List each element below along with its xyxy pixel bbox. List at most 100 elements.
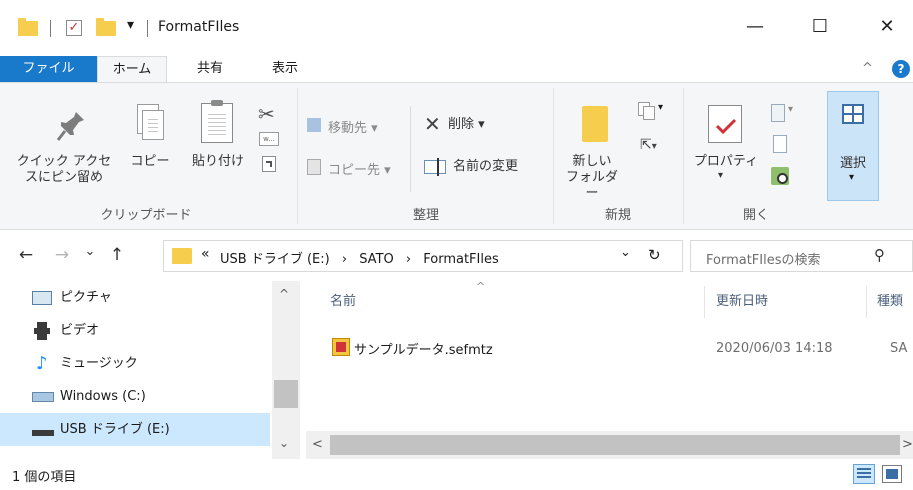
refresh-button[interactable]: ↻ [648,246,661,264]
nav-scroll-thumb[interactable] [274,380,298,408]
pin-icon [56,112,84,141]
rename-button[interactable]: 名前の変更 [453,159,518,175]
rename-icon [424,158,446,176]
move-to-label: 移動先 [328,121,368,136]
scroll-up-button[interactable]: ^ [279,287,289,301]
details-view-button[interactable] [853,464,875,484]
paste-shortcut-icon[interactable] [262,156,276,172]
column-header-name[interactable]: 名前 [330,284,702,320]
videos-icon [34,322,50,340]
column-divider[interactable] [866,286,867,318]
select-dropdown-icon: ▾ [849,172,855,183]
open-dropdown-icon[interactable]: ▾ [788,104,793,115]
ribbon-separator [297,88,298,224]
horizontal-scroll-thumb[interactable] [330,435,900,455]
new-folder-qat-icon[interactable] [96,18,116,36]
delete-icon: ✕ [424,112,441,136]
minimize-button[interactable]: — [740,16,770,37]
breadcrumb-separator: › [341,252,348,267]
new-folder-icon [582,106,608,142]
nav-item-windows-c[interactable]: Windows (C:) [0,380,270,413]
address-folder-icon [172,248,192,264]
help-button[interactable]: ? [892,60,910,78]
copy-button[interactable]: コピー [118,154,182,170]
window-title: FormatFIles [158,19,240,35]
nav-item-label: ピクチャ [60,290,112,305]
pin-label-line1: クイック アクセ [16,154,112,169]
pin-quick-access-button[interactable]: クイック アクセ スにピン留め [8,154,120,186]
qat-separator [50,20,51,37]
scroll-left-button[interactable]: < [312,437,323,452]
copy-to-label: コピー先 [328,163,381,178]
new-folder-line2: フォルダー [565,170,618,201]
properties-check-icon[interactable]: ✓ [66,20,82,36]
copy-path-icon[interactable]: w... [259,132,279,146]
properties-dropdown-icon[interactable]: ▾ [718,170,723,181]
close-button[interactable]: ✕ [872,16,902,37]
sefmtz-file-icon [332,338,350,356]
paste-button[interactable]: 貼り付け [186,154,250,170]
breadcrumb-item[interactable]: USB ドライブ (E:) [220,252,330,267]
column-divider[interactable] [704,286,705,318]
column-header-type[interactable]: 種類 [877,284,913,320]
history-icon[interactable] [771,167,789,185]
forward-button[interactable]: → [50,245,74,265]
nav-item-label: Windows (C:) [60,389,146,404]
cut-icon[interactable]: ✂ [258,102,275,126]
tab-share[interactable]: 共有 [185,56,235,82]
ribbon-separator [683,88,684,224]
recent-locations-button[interactable]: ⌄ [80,244,100,259]
title-separator [147,20,148,37]
tab-home[interactable]: ホーム [97,56,167,83]
folder-icon [18,18,38,36]
properties-button[interactable]: プロパティ [690,154,762,170]
open-icon[interactable] [771,104,785,122]
easy-access-icon[interactable]: ⇱▾ [640,137,662,155]
collapse-ribbon-button[interactable]: ^ [862,61,873,76]
nav-item-pictures[interactable]: ピクチャ [0,281,270,314]
large-icons-view-button[interactable] [882,465,902,483]
nav-vertical-scrollbar[interactable] [272,281,300,459]
paste-icon [201,100,233,143]
column-header-modified[interactable]: 更新日時 [716,284,866,320]
select-label: 選択 [839,156,866,171]
maximize-button[interactable]: ☐ [805,16,835,37]
breadcrumb-item[interactable]: SATO [359,252,394,267]
title-bar [0,0,913,56]
drive-c-icon [32,392,54,402]
file-modified: 2020/06/03 14:18 [716,341,833,356]
new-folder-button[interactable]: 新しい フォルダー [560,154,624,202]
nav-item-music[interactable]: ♪ ミュージック [0,347,270,380]
scroll-down-button[interactable]: ⌄ [279,436,289,450]
ribbon-separator [553,88,554,224]
up-button[interactable]: ↑ [104,245,130,265]
pin-label-line2: スにピン留め [24,170,103,185]
nav-item-label: ミュージック [60,356,138,371]
table-row[interactable]: サンプルデータ.sefmtz 2020/06/03 14:18 SA [320,334,913,362]
nav-item-label: USB ドライブ (E:) [60,422,170,437]
nav-item-usb-drive[interactable]: USB ドライブ (E:) [0,413,270,446]
usb-drive-icon [32,430,54,436]
new-group-label: 新規 [604,208,631,223]
copy-to-button[interactable]: コピー先 ▾ [328,159,391,178]
breadcrumb-separator: › [405,252,412,267]
scroll-right-button[interactable]: > [902,437,913,452]
move-to-button[interactable]: 移動先 ▾ [328,117,378,136]
breadcrumb-item[interactable]: FormatFIles [423,252,499,267]
delete-button[interactable]: 削除 ▾ [448,117,485,133]
qat-dropdown-button[interactable]: ▾ [127,17,134,33]
back-button[interactable]: ← [14,245,38,265]
tab-view[interactable]: 表示 [260,56,310,82]
search-input[interactable]: FormatFIlesの検索 [706,249,821,268]
address-overflow[interactable]: « [201,246,210,262]
nav-item-videos[interactable]: ビデオ [0,314,270,347]
new-item-icon[interactable]: ▾ [638,102,663,120]
address-dropdown-button[interactable]: ⌄ [620,245,631,260]
search-icon: ⚲ [874,246,885,264]
open-group-label: 開く [742,208,769,223]
music-icon: ♪ [36,353,48,374]
tab-file[interactable]: ファイル [0,56,97,82]
edit-icon[interactable] [773,135,787,153]
pictures-icon [32,291,52,305]
delete-label: 削除 [448,117,475,132]
